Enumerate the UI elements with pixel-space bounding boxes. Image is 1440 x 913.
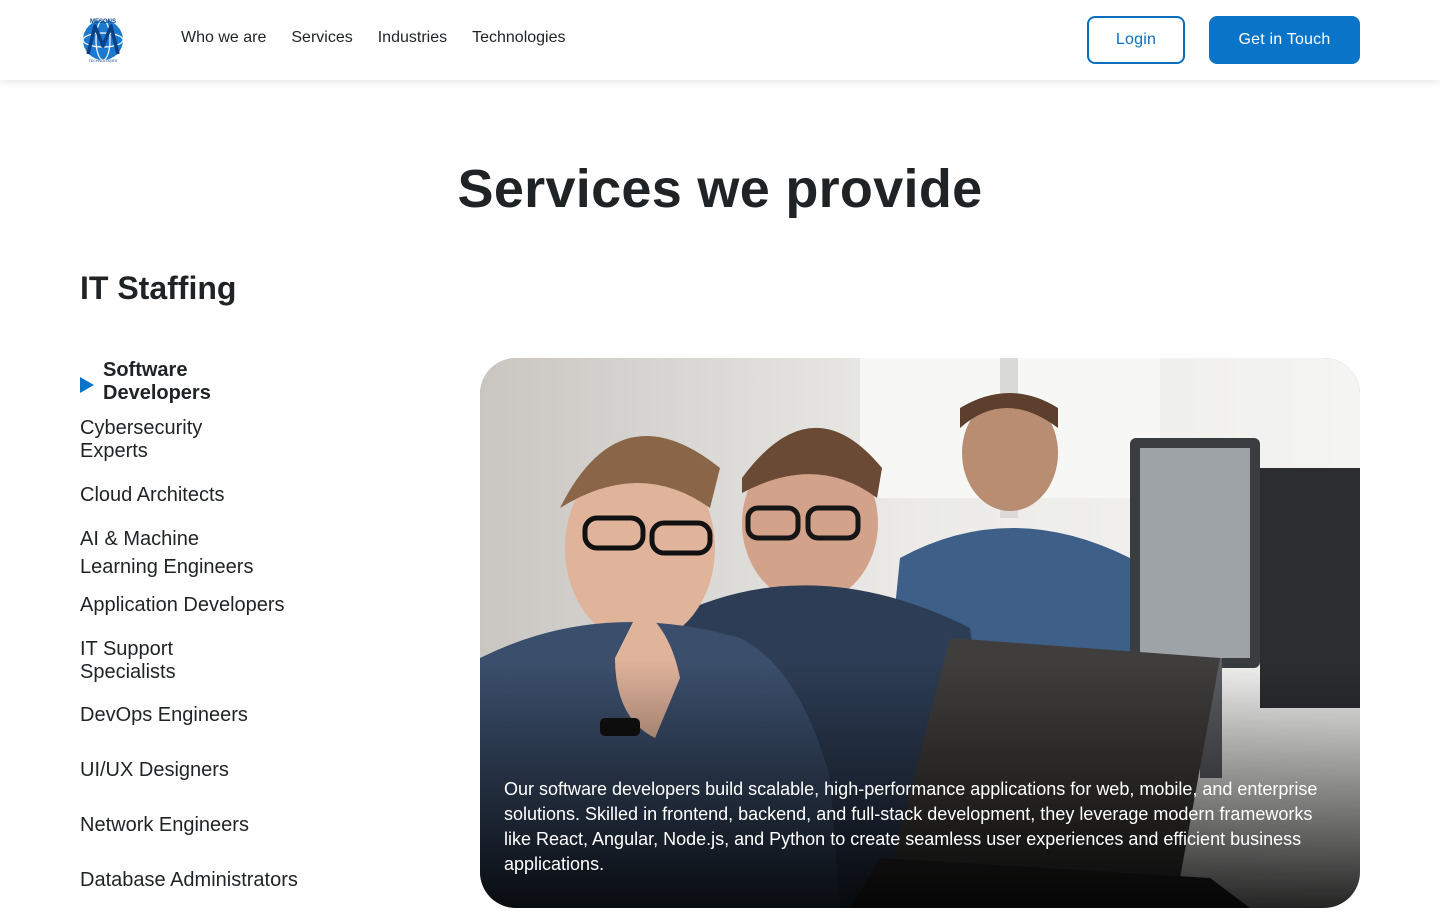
nav-industries[interactable]: Industries [378, 28, 447, 48]
section-title: IT Staffing [80, 270, 237, 306]
logo-top-text: MESONS [90, 19, 116, 25]
get-in-touch-button[interactable]: Get in Touch [1209, 16, 1360, 64]
service-item-network-engineers[interactable]: Network Engineers [80, 814, 249, 837]
nav-services[interactable]: Services [291, 28, 352, 48]
logo-bottom-text: TECHNOLOGIES [89, 59, 118, 63]
page-title: Services we provide [457, 159, 983, 219]
service-item-software-developers[interactable]: Software Developers [103, 359, 211, 405]
company-logo[interactable]: MESONS TECHNOLOGIES [80, 16, 126, 64]
nav-who-we-are[interactable]: Who we are [181, 28, 266, 48]
login-button[interactable]: Login [1087, 16, 1185, 64]
service-item-it-support-specialists[interactable]: IT Support Specialists [80, 638, 176, 684]
service-image-card: Our software developers build scalable, … [480, 358, 1360, 908]
nav-technologies[interactable]: Technologies [472, 28, 565, 48]
service-item-database-administrators[interactable]: Database Administrators [80, 869, 298, 892]
main-nav: Who we are Services Industries Technolog… [181, 28, 566, 48]
service-item-cloud-architects[interactable]: Cloud Architects [80, 484, 225, 507]
service-item-application-developers[interactable]: Application Developers [80, 594, 285, 617]
service-item-ui-ux-designers[interactable]: UI/UX Designers [80, 759, 229, 782]
service-item-cybersecurity-experts[interactable]: Cybersecurity Experts [80, 417, 202, 463]
site-header: MESONS TECHNOLOGIES Who we are Services … [0, 0, 1440, 80]
service-item-ai-ml-engineers[interactable]: AI & Machine Learning Engineers [80, 525, 253, 581]
active-item-arrow-icon [80, 377, 94, 393]
service-description: Our software developers build scalable, … [504, 779, 1318, 874]
service-item-devops-engineers[interactable]: DevOps Engineers [80, 704, 248, 727]
